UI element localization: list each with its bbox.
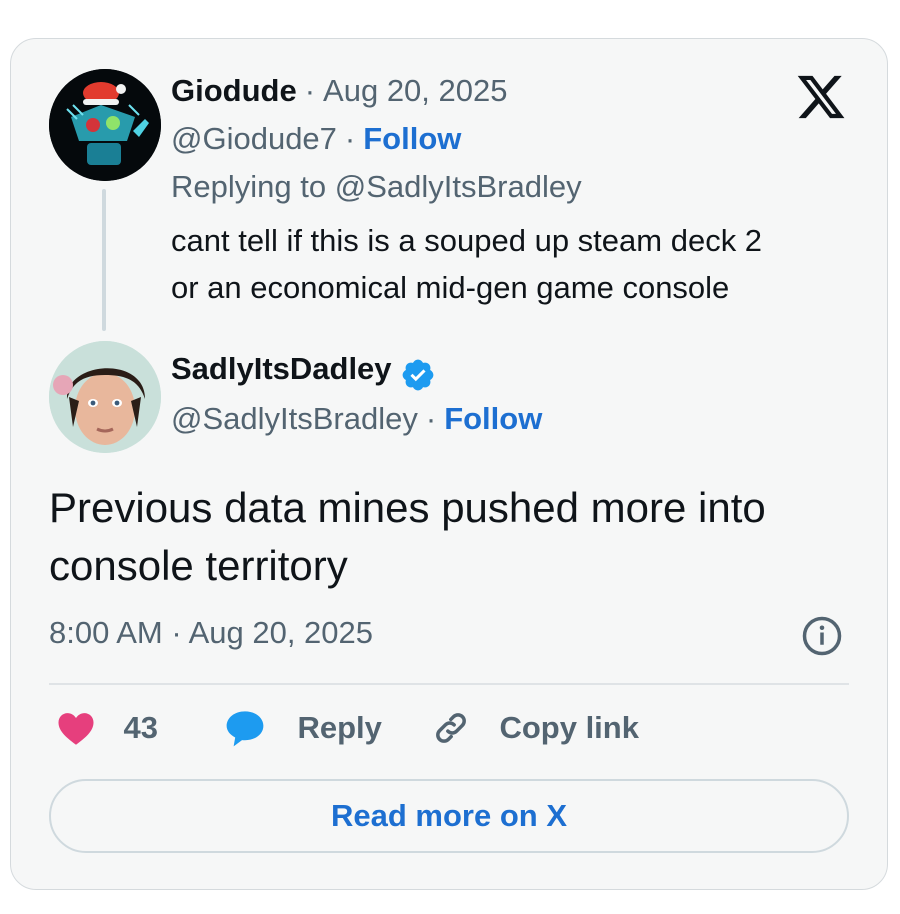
reply-handle-row: @Giodude7 · Follow: [171, 121, 461, 157]
verified-badge-icon: [402, 359, 433, 391]
follow-giodude-link[interactable]: Follow: [363, 121, 461, 156]
reply-label: Reply: [297, 710, 382, 745]
replying-to-row: Replying to @SadlyItsBradley: [171, 169, 582, 205]
separator-dot: ·: [425, 401, 437, 436]
tweet-timestamp[interactable]: 8:00 AM · Aug 20, 2025: [49, 615, 373, 651]
main-tweet-text: Previous data mines pushed more into con…: [49, 479, 766, 595]
main-author-name[interactable]: SadlyItsDadley: [171, 351, 392, 386]
main-handle-row: @SadlyItsBradley · Follow: [171, 401, 542, 437]
divider: [49, 683, 849, 685]
x-logo-icon[interactable]: [795, 71, 847, 123]
read-more-button[interactable]: Read more on X: [49, 779, 849, 853]
reply-date[interactable]: Aug 20, 2025: [323, 73, 507, 108]
main-text-line: console territory: [49, 542, 348, 589]
person-avatar-image: [49, 341, 161, 453]
robot-avatar-image: [49, 69, 161, 181]
reply-header: Giodude · Aug 20, 2025: [171, 73, 508, 109]
info-icon[interactable]: [801, 615, 843, 657]
reply-action[interactable]: Reply: [223, 707, 382, 749]
like-action[interactable]: 43: [55, 707, 158, 749]
thread-connector-line: [102, 189, 106, 331]
avatar-sadlyitsdadley[interactable]: [49, 341, 161, 453]
heart-icon: [58, 713, 94, 745]
reply-author-handle[interactable]: @Giodude7: [171, 121, 337, 156]
embedded-tweet-card: Giodude · Aug 20, 2025 @Giodude7 · Follow Re…: [10, 38, 888, 890]
copy-link-action[interactable]: Copy link: [429, 707, 639, 749]
separator-dot: ·: [344, 121, 356, 156]
copy-link-label: Copy link: [499, 710, 639, 745]
main-text-line: Previous data mines pushed more into: [49, 484, 766, 531]
reply-text-line: or an economical mid-gen game console: [171, 270, 730, 305]
main-header: SadlyItsDadley: [171, 351, 436, 393]
reply-bubble-icon: [226, 711, 264, 747]
like-count: 43: [123, 710, 158, 745]
main-author-handle[interactable]: @SadlyItsBradley: [171, 401, 418, 436]
replying-to-handle[interactable]: @SadlyItsBradley: [335, 169, 582, 204]
separator-dot: ·: [304, 73, 316, 108]
avatar-giodude[interactable]: [49, 69, 161, 181]
reply-author-name[interactable]: Giodude: [171, 73, 297, 108]
replying-to-prefix: Replying to: [171, 169, 335, 204]
link-icon: [436, 713, 466, 743]
follow-sadlyitsbradley-link[interactable]: Follow: [444, 401, 542, 436]
reply-text: cant tell if this is a souped up steam d…: [171, 217, 762, 311]
reply-text-line: cant tell if this is a souped up steam d…: [171, 223, 763, 258]
